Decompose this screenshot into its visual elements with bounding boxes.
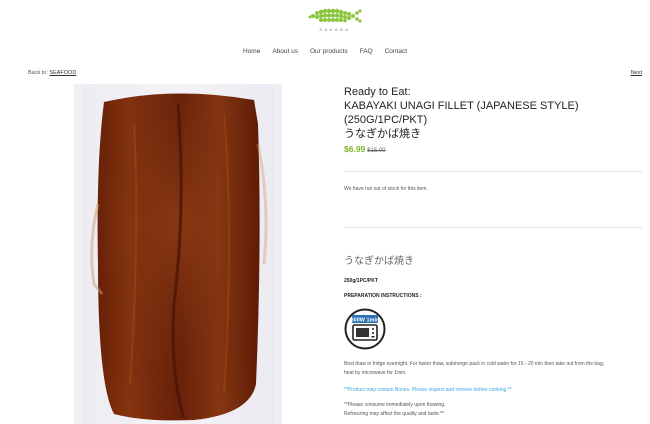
product-title-line1: KABAYAKI UNAGI FILLET (JAPANESE STYLE) xyxy=(344,100,579,112)
instruction-line: heat by microwave for 1min. xyxy=(344,370,407,376)
nav-our-products[interactable]: Our products xyxy=(310,48,348,55)
nav-faq[interactable]: FAQ xyxy=(360,48,373,55)
breadcrumb-prefix: Back to: xyxy=(28,70,48,76)
next-product-link[interactable]: Next xyxy=(631,70,642,76)
price-row: $6.99 $15.00 xyxy=(344,144,642,154)
out-of-stock-message: We have run out of stock for this item. xyxy=(344,186,428,192)
nav-contact[interactable]: Contact xyxy=(385,48,407,55)
description-title: うなぎかば焼き xyxy=(344,256,414,267)
compare-price: $15.00 xyxy=(367,148,386,154)
breadcrumb: Back to: SEAFOOD xyxy=(28,70,76,76)
pack-size: 250g/1PC/PKT xyxy=(344,278,378,284)
brand-name: SAKANA xyxy=(319,27,351,32)
instruction-line: Best thaw in fridge overnight. For faste… xyxy=(344,361,605,367)
nav-about-us[interactable]: About us xyxy=(272,48,298,55)
divider xyxy=(344,227,642,228)
microwave-icon: 600W 1min xyxy=(344,308,386,350)
bones-warning: **Product may contain Bones. Please insp… xyxy=(344,387,512,393)
instructions: Best thaw in fridge overnight. For faste… xyxy=(344,360,644,378)
consume-note: **Please consume immediately upon thawin… xyxy=(344,401,644,419)
consume-line: Refreezing may affect the quality and ta… xyxy=(344,411,444,417)
divider xyxy=(344,171,642,172)
breadcrumb-link-seafood[interactable]: SEAFOOD xyxy=(49,70,76,76)
product-title-line2: (250G/1PC/PKT) xyxy=(344,114,428,126)
consume-line: **Please consume immediately upon thawin… xyxy=(344,402,446,408)
nav-home[interactable]: Home xyxy=(243,48,260,55)
sale-price: $6.99 xyxy=(344,144,366,154)
product-info: Ready to Eat: KABAYAKI UNAGI FILLET (JAP… xyxy=(344,85,642,154)
preparation-heading: PREPARATION INSTRUCTIONS : xyxy=(344,293,422,299)
product-subtitle: Ready to Eat: xyxy=(344,86,411,98)
product-title-japanese: うなぎかば焼き xyxy=(344,128,421,140)
microwave-label: 600W 1min xyxy=(351,317,380,323)
main-nav: Home About us Our products FAQ Contact xyxy=(0,48,650,55)
product-image[interactable] xyxy=(74,84,282,424)
